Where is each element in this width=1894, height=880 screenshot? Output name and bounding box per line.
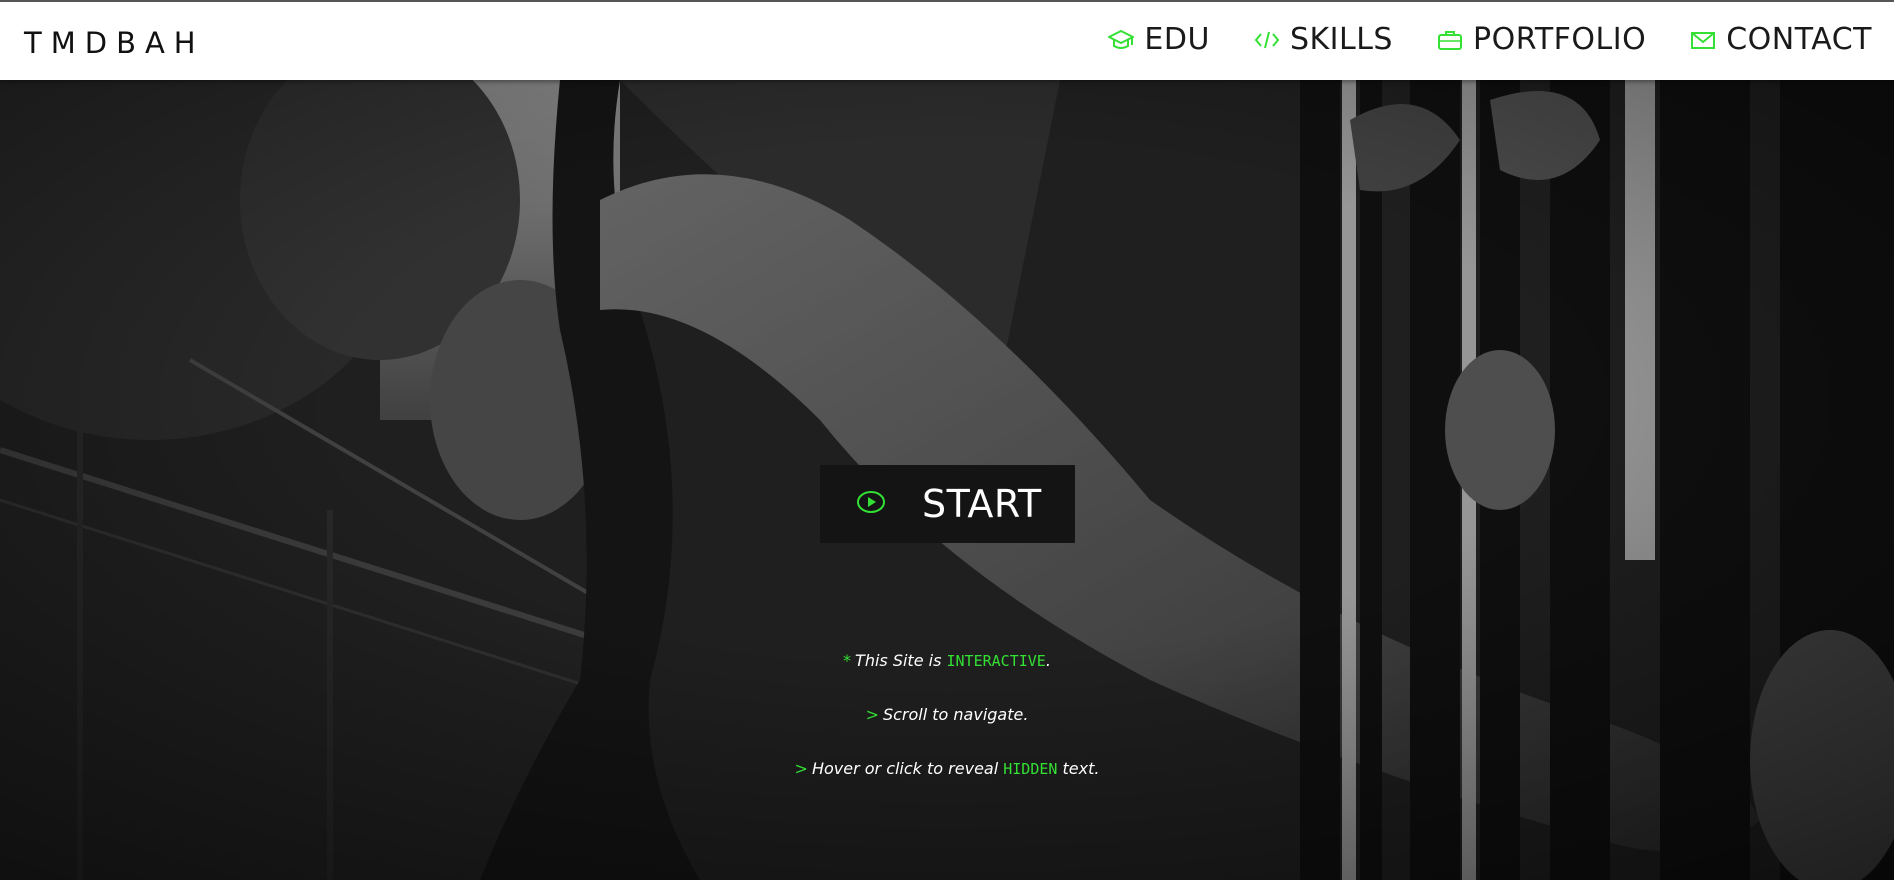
nav-label-contact: CONTACT xyxy=(1726,22,1872,57)
nav-label-portfolio: PORTFOLIO xyxy=(1472,22,1647,57)
start-button[interactable]: START xyxy=(820,465,1075,543)
note-marker: > xyxy=(865,705,879,724)
note-text-end: . xyxy=(1045,651,1051,670)
brand-logo[interactable]: TMDBAH xyxy=(24,26,205,60)
nav-item-edu[interactable]: EDU xyxy=(1108,22,1210,57)
note-highlight: INTERACTIVE xyxy=(946,652,1046,670)
briefcase-icon xyxy=(1437,28,1463,52)
nav-item-skills[interactable]: SKILLS xyxy=(1254,22,1393,57)
top-navbar: TMDBAH EDU SKILLS PORTFOLIO CONTACT xyxy=(0,0,1894,80)
note-text: Hover or click to reveal xyxy=(811,759,1004,778)
note-hidden: > Hover or click to reveal HIDDEN text. xyxy=(0,759,1894,778)
play-circle-icon xyxy=(856,487,886,521)
nav-item-contact[interactable]: CONTACT xyxy=(1690,22,1872,57)
note-interactive: * This Site is INTERACTIVE. xyxy=(0,651,1894,670)
note-marker: > xyxy=(794,759,808,778)
hero-section: START * This Site is INTERACTIVE. > Scroll… xyxy=(0,80,1894,880)
nav-label-edu: EDU xyxy=(1144,22,1210,57)
nav-item-portfolio[interactable]: PORTFOLIO xyxy=(1437,22,1646,57)
page: TMDBAH EDU SKILLS PORTFOLIO CONTACT STAR… xyxy=(0,0,1894,880)
envelope-icon xyxy=(1690,28,1716,52)
graduation-cap-icon xyxy=(1108,28,1135,52)
note-marker: * xyxy=(843,651,852,670)
code-icon xyxy=(1254,28,1280,52)
main-nav: EDU SKILLS PORTFOLIO CONTACT xyxy=(1108,22,1872,57)
note-text: Scroll to navigate. xyxy=(882,705,1029,724)
nav-label-skills: SKILLS xyxy=(1289,22,1393,57)
note-text: This Site is xyxy=(855,651,947,670)
note-scroll: > Scroll to navigate. xyxy=(0,705,1894,724)
hidden-text-trigger[interactable]: HIDDEN xyxy=(1003,760,1057,778)
start-button-label: START xyxy=(922,482,1042,526)
note-text-end: text. xyxy=(1057,759,1100,778)
